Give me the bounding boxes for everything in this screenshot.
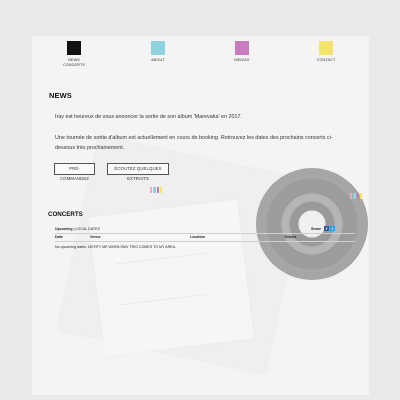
share-label: Share: [311, 226, 321, 231]
swatch-purple: [356, 193, 359, 199]
swatch-purple: [156, 187, 159, 193]
local-dates-tab[interactable]: | LOCAL DATES: [74, 227, 100, 231]
upcoming-tab[interactable]: Upcoming: [55, 227, 73, 231]
nav-item-about[interactable]: ABOUT: [138, 41, 178, 63]
nav-square-purple: [235, 41, 249, 55]
swatch-pink: [150, 187, 153, 193]
swatch-blue: [153, 187, 156, 193]
nav-item-contact[interactable]: CONTACT: [306, 41, 346, 63]
nav-label: ABOUT: [151, 58, 165, 62]
swatch-blue: [353, 193, 356, 199]
nav-square-black: [67, 41, 81, 55]
column-date: Date: [55, 235, 63, 239]
news-paragraph-album: Iray est heureux de vous annoncer la sor…: [55, 114, 242, 120]
nav-label: CONTACT: [316, 58, 336, 62]
case-color-swatches: [150, 187, 162, 193]
notify-me-link[interactable]: NOTIFY ME WHEN IRAY TRIO COMES TO MY ARE…: [88, 245, 176, 249]
table-divider-bottom: [55, 241, 355, 242]
nav-label: MEDIAS: [234, 58, 250, 62]
no-upcoming-dates: No upcoming dates. NOTIFY ME WHEN IRAY T…: [55, 245, 176, 249]
main-nav: NEWS CONCERTS ABOUT MEDIAS CONTACT: [32, 41, 369, 69]
swatch-yellow: [359, 193, 362, 199]
nav-square-blue: [151, 41, 165, 55]
preorder-button[interactable]: PRÉ-COMMANDEZ: [54, 163, 95, 181]
twitter-icon[interactable]: t: [330, 226, 335, 231]
news-paragraph-tour: Une tournée de sortie d'album est actuel…: [55, 135, 333, 151]
column-venue: Venue: [90, 235, 101, 239]
table-divider-top: [55, 233, 355, 234]
swatch-yellow: [159, 187, 162, 193]
nav-item-medias[interactable]: MEDIAS: [222, 41, 262, 63]
nav-square-yellow: [319, 41, 333, 55]
page: NEWS CONCERTS ABOUT MEDIAS CONTACT NEWS …: [32, 36, 369, 395]
disc-color-swatches: [350, 193, 362, 199]
cd-disc: [256, 168, 368, 280]
nav-label: NEWS CONCERTS: [62, 58, 86, 67]
column-tickets: Tickets: [284, 235, 297, 239]
nav-item-news-concerts[interactable]: NEWS CONCERTS: [54, 41, 94, 68]
facebook-icon[interactable]: f: [324, 226, 329, 231]
concerts-filter: Upcoming | LOCAL DATES: [55, 227, 100, 231]
swatch-pink: [350, 193, 353, 199]
concerts-heading: CONCERTS: [48, 211, 83, 218]
column-location: Location: [190, 235, 205, 239]
no-dates-text: No upcoming dates.: [55, 245, 87, 249]
listen-excerpts-button[interactable]: ÉCOUTEZ QUELQUES EXTRAITS: [107, 163, 169, 181]
news-heading: NEWS: [49, 91, 72, 100]
share-widget: Share f t: [311, 226, 335, 231]
